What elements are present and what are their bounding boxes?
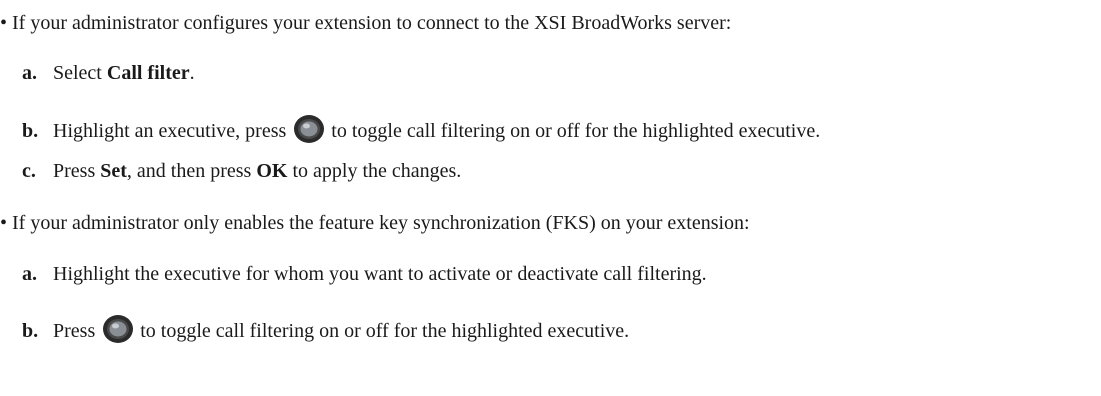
intro-text: If your administrator only enables the f… [12, 212, 750, 234]
step-text: Highlight an executive, press to toggle … [53, 115, 820, 143]
navigation-select-button-icon [294, 115, 325, 143]
step-letter: c. [22, 160, 36, 182]
step-letter: a. [22, 62, 37, 84]
step-text: Press to toggle call filtering on or off… [53, 315, 629, 343]
bullet: • [0, 12, 8, 34]
bullet: • [0, 212, 8, 234]
section-1-step-c: c. Press Set, and then press OK to apply… [22, 158, 461, 184]
section-2-step-b: b. Press to toggle call filtering on or … [22, 314, 629, 344]
step-text: Select Call filter. [53, 62, 195, 84]
section-2-step-a: a. Highlight the executive for whom you … [22, 261, 707, 287]
step-letter: b. [22, 320, 39, 342]
step-letter: b. [22, 120, 39, 142]
menu-item-call-filter: Call filter [106, 62, 190, 84]
navigation-select-button-icon [103, 315, 134, 343]
step-letter: a. [22, 263, 37, 285]
softkey-set: Set [100, 160, 127, 182]
section-1-step-a: a. Select Call filter. [22, 60, 195, 86]
section-1-step-b: b. Highlight an executive, press to togg… [22, 114, 820, 144]
step-text: Press Set, and then press OK to apply th… [53, 160, 462, 182]
intro-text: If your administrator configures your ex… [12, 12, 732, 34]
section-2-intro: • If your administrator only enables the… [0, 210, 750, 236]
step-text: Highlight the executive for whom you wan… [53, 263, 707, 285]
section-1-intro: • If your administrator configures your … [0, 10, 731, 36]
softkey-ok: OK [256, 160, 288, 182]
